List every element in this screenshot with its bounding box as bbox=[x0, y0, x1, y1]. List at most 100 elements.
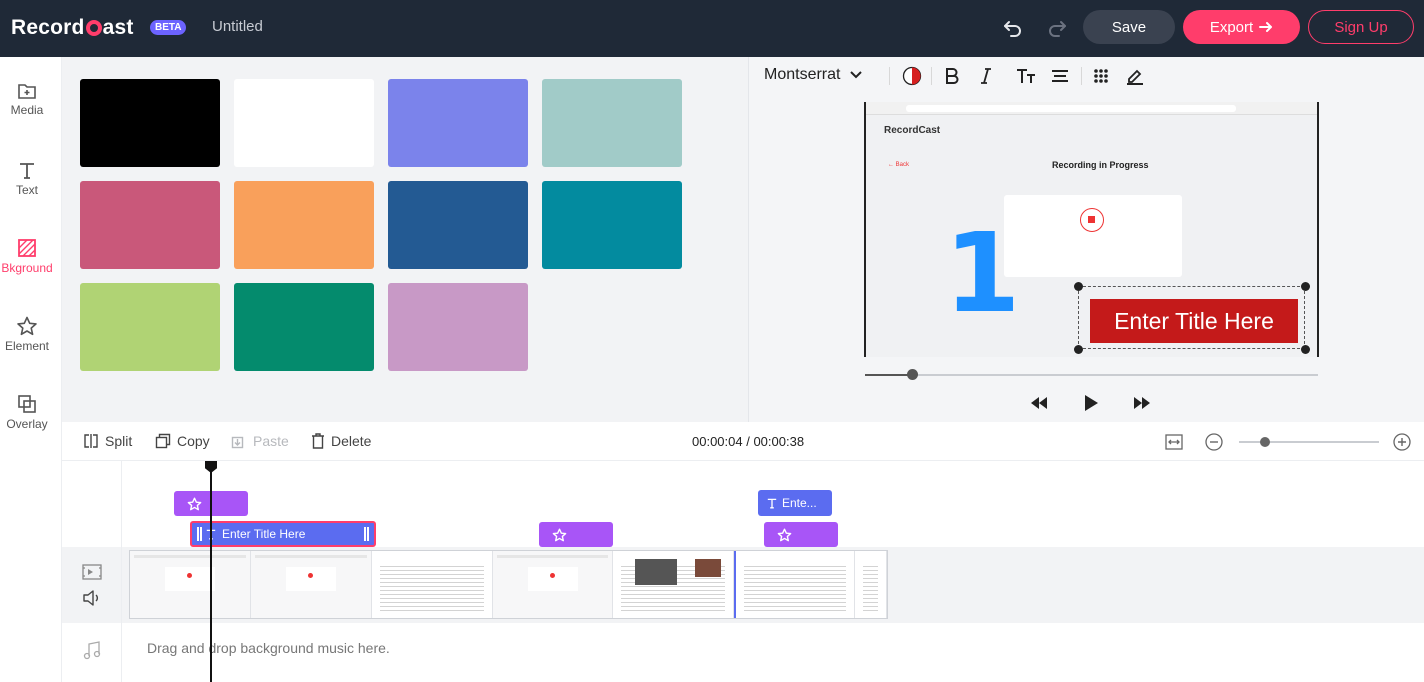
canvas-heading: Recording in Progress bbox=[1052, 160, 1149, 170]
toolbar-divider bbox=[889, 67, 890, 85]
sidebar-item-background[interactable]: Bkground bbox=[0, 234, 54, 294]
recordcast-logo[interactable]: Record ast bbox=[11, 15, 134, 41]
color-swatch[interactable] bbox=[234, 181, 374, 269]
font-family-select[interactable]: Montserrat bbox=[764, 66, 863, 84]
copy-button[interactable]: Copy bbox=[155, 433, 210, 449]
video-clip[interactable] bbox=[129, 550, 888, 619]
timecode-display: 00:00:04 / 00:00:38 bbox=[692, 434, 805, 449]
arrow-right-icon bbox=[1259, 22, 1273, 32]
logo-text-start: Record bbox=[11, 16, 85, 39]
trim-handle-right[interactable] bbox=[364, 527, 369, 541]
rewind-icon[interactable] bbox=[1028, 393, 1050, 413]
paste-button[interactable]: Paste bbox=[231, 433, 289, 449]
save-button[interactable]: Save bbox=[1083, 10, 1175, 44]
video-track-icon bbox=[82, 564, 102, 585]
text-icon bbox=[20, 163, 34, 179]
star-icon bbox=[187, 497, 202, 510]
canvas-logo-text: RecordCast bbox=[884, 125, 941, 136]
countdown-number: 1 bbox=[944, 209, 1021, 337]
video-preview-canvas[interactable]: RecordCast ← Back Recording in Progress … bbox=[864, 102, 1319, 357]
playhead[interactable] bbox=[210, 466, 212, 682]
sign-up-label: Sign Up bbox=[1334, 18, 1388, 36]
text-clip-selected[interactable]: Enter Title Here bbox=[190, 521, 376, 547]
italic-icon[interactable] bbox=[975, 66, 997, 86]
resize-handle[interactable] bbox=[1301, 282, 1310, 291]
color-swatch[interactable] bbox=[80, 181, 220, 269]
canvas-url-bar bbox=[906, 105, 1236, 112]
background-color-panel bbox=[62, 57, 748, 422]
sidebar-item-element[interactable]: Element bbox=[0, 312, 54, 372]
bold-icon[interactable] bbox=[941, 66, 963, 86]
color-swatch[interactable] bbox=[388, 283, 528, 371]
recording-card bbox=[1004, 195, 1182, 277]
resize-handle[interactable] bbox=[1301, 345, 1310, 354]
logo-record-icon bbox=[85, 20, 102, 36]
element-clip[interactable] bbox=[764, 522, 838, 547]
canvas-browser-bar bbox=[866, 102, 1317, 115]
highlight-pen-icon[interactable] bbox=[1124, 66, 1146, 86]
star-icon bbox=[552, 528, 567, 541]
delete-button[interactable]: Delete bbox=[311, 433, 371, 449]
zoom-out-icon[interactable] bbox=[1205, 433, 1223, 451]
video-thumbnail bbox=[855, 551, 887, 618]
color-swatch[interactable] bbox=[388, 79, 528, 167]
text-size-icon[interactable] bbox=[1015, 66, 1037, 86]
text-color-icon[interactable] bbox=[901, 66, 923, 86]
element-clip[interactable] bbox=[539, 522, 613, 547]
paste-icon bbox=[231, 436, 244, 449]
split-label: Split bbox=[105, 433, 133, 449]
align-icon[interactable] bbox=[1049, 66, 1071, 86]
left-sidebar: Media Text Bkground Element Overlay bbox=[0, 57, 62, 682]
play-icon[interactable] bbox=[1080, 393, 1102, 413]
zoom-slider-handle[interactable] bbox=[1260, 437, 1270, 447]
background-icon bbox=[18, 239, 36, 257]
trim-handle-left[interactable] bbox=[197, 527, 202, 541]
text-format-toolbar: Montserrat bbox=[749, 57, 1424, 95]
sidebar-item-text[interactable]: Text bbox=[0, 156, 54, 216]
zoom-in-icon[interactable] bbox=[1393, 433, 1411, 451]
color-swatch[interactable] bbox=[80, 79, 220, 167]
sidebar-item-media[interactable]: Media bbox=[0, 78, 54, 138]
export-button[interactable]: Export bbox=[1183, 10, 1300, 44]
video-thumbnail bbox=[492, 551, 614, 618]
color-swatch[interactable] bbox=[80, 283, 220, 371]
export-label: Export bbox=[1209, 18, 1254, 36]
font-name: Montserrat bbox=[764, 66, 841, 83]
delete-label: Delete bbox=[331, 433, 372, 449]
redo-icon[interactable] bbox=[1045, 16, 1069, 40]
sign-up-button[interactable]: Sign Up bbox=[1308, 10, 1414, 44]
undo-icon[interactable] bbox=[1001, 16, 1025, 40]
logo-text-end: ast bbox=[102, 16, 134, 39]
color-swatch[interactable] bbox=[388, 181, 528, 269]
preview-scrubber-progress bbox=[865, 374, 913, 376]
resize-handle[interactable] bbox=[1074, 345, 1083, 354]
color-swatch[interactable] bbox=[234, 283, 374, 371]
sidebar-item-label: Text bbox=[15, 183, 38, 197]
preview-panel: Montserrat RecordCast ← Back Recording i… bbox=[748, 57, 1424, 422]
fast-forward-icon[interactable] bbox=[1131, 393, 1153, 413]
preview-scrubber-track[interactable] bbox=[865, 374, 1318, 376]
color-swatch[interactable] bbox=[542, 181, 682, 269]
record-stop-icon bbox=[1080, 208, 1104, 232]
track-headers bbox=[62, 461, 122, 682]
text-icon bbox=[767, 498, 777, 509]
grid-icon[interactable] bbox=[1090, 66, 1112, 86]
preview-scrubber-handle[interactable] bbox=[907, 369, 918, 380]
document-title[interactable]: Untitled bbox=[212, 18, 263, 35]
sidebar-item-overlay[interactable]: Overlay bbox=[0, 390, 54, 450]
title-text-overlay[interactable]: Enter Title Here bbox=[1090, 299, 1298, 343]
app-header: Record ast BETA Untitled Save Export Sig… bbox=[0, 0, 1424, 57]
copy-label: Copy bbox=[177, 433, 210, 449]
sidebar-item-label: Bkground bbox=[1, 261, 53, 275]
media-add-icon bbox=[18, 84, 36, 99]
color-swatch[interactable] bbox=[234, 79, 374, 167]
color-swatch[interactable] bbox=[542, 79, 682, 167]
text-clip[interactable]: Ente... bbox=[758, 490, 832, 516]
resize-handle[interactable] bbox=[1074, 282, 1083, 291]
chevron-down-icon bbox=[850, 71, 863, 79]
text-clip-label: Enter Title Here bbox=[222, 527, 306, 541]
split-button[interactable]: Split bbox=[83, 433, 132, 449]
video-thumbnail bbox=[613, 551, 735, 618]
fit-timeline-icon[interactable] bbox=[1165, 434, 1183, 450]
speaker-icon[interactable] bbox=[82, 590, 102, 611]
